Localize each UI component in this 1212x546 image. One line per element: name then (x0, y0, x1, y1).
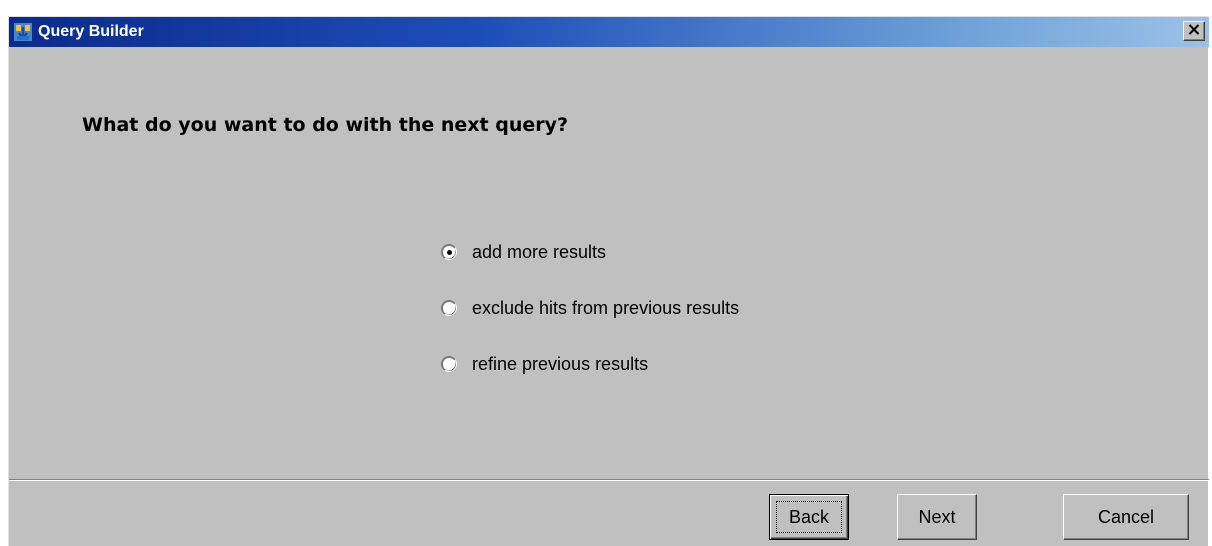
radio-button[interactable] (441, 356, 457, 372)
radio-button-selected[interactable] (441, 244, 457, 260)
window-title: Query Builder (38, 23, 144, 40)
question-heading: What do you want to do with the next que… (82, 114, 569, 136)
focus-ring (776, 501, 842, 533)
radio-option-add-more-results[interactable]: add more results (441, 242, 606, 262)
radio-option-refine-previous[interactable]: refine previous results (441, 354, 648, 374)
cancel-button-label: Cancel (1097, 506, 1155, 527)
close-button[interactable] (1183, 21, 1205, 41)
query-builder-dialog: Query Builder What do you want to do wit… (8, 16, 1209, 546)
radio-label[interactable]: exclude hits from previous results (472, 298, 739, 319)
radio-label[interactable]: add more results (472, 242, 606, 263)
radio-option-exclude-hits[interactable]: exclude hits from previous results (441, 298, 739, 318)
back-button[interactable]: Back (769, 494, 849, 540)
title-bar[interactable]: Query Builder (9, 17, 1209, 47)
radio-dot (447, 250, 452, 255)
radio-label[interactable]: refine previous results (472, 354, 648, 375)
footer-separator (9, 479, 1209, 481)
radio-button[interactable] (441, 300, 457, 316)
next-button[interactable]: Next (897, 494, 977, 540)
query-builder-app-icon (13, 22, 33, 42)
cancel-button[interactable]: Cancel (1063, 494, 1189, 540)
next-button-label: Next (918, 506, 956, 527)
close-icon (1188, 22, 1200, 40)
